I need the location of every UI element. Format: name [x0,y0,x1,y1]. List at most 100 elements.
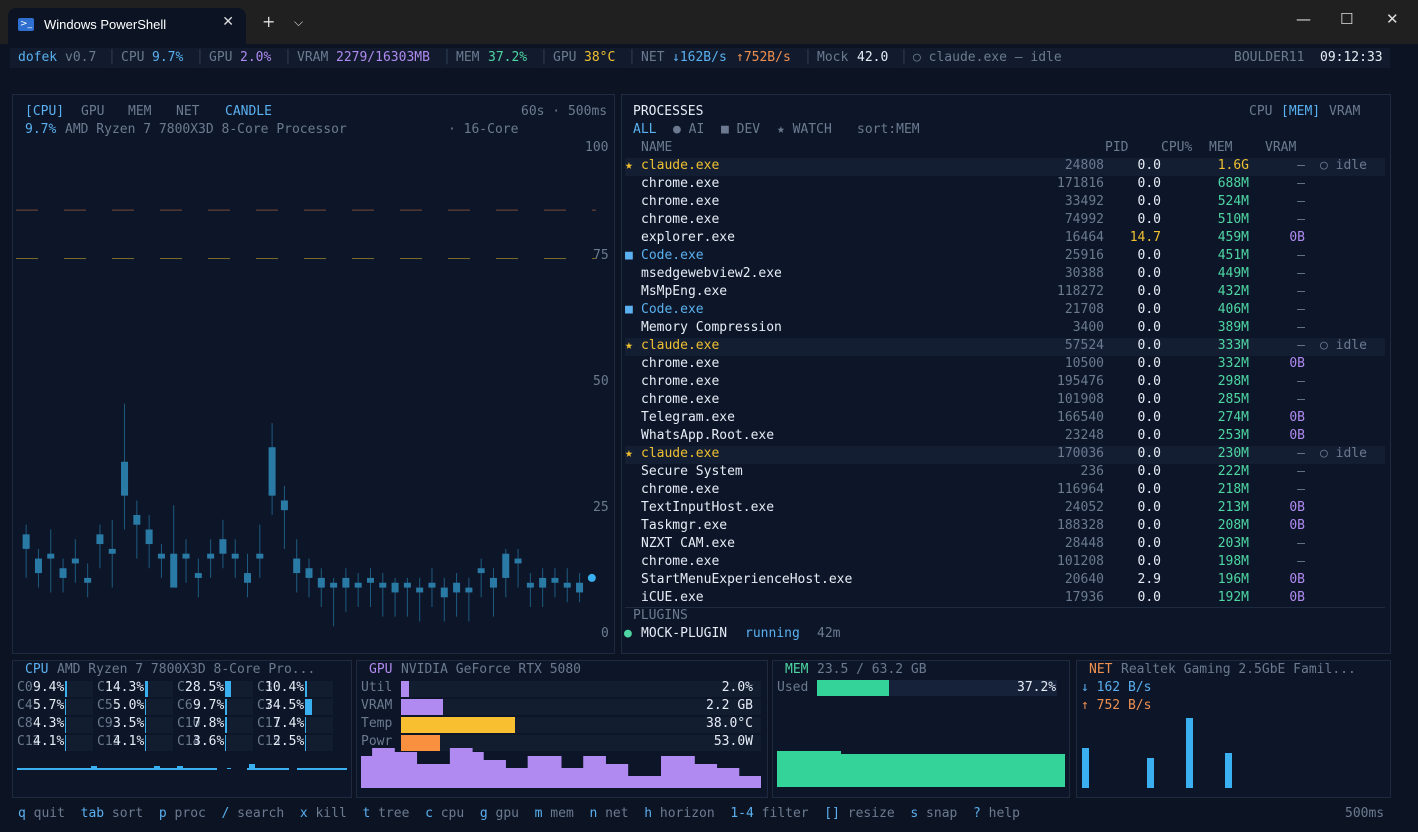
process-row[interactable]: Taskmgr.exe 188328 0.0 208M 0B [625,518,1385,536]
tab-candle[interactable]: CANDLE [225,104,272,119]
process-mem: 298M [1217,374,1249,389]
chevron-down-icon[interactable]: ⌵ [294,15,303,30]
process-pid: 30388 [1064,266,1104,281]
process-vram: 0B [1289,500,1305,515]
process-vram: — [1297,212,1305,227]
process-cpu: 2.9 [1137,572,1161,587]
sort-mode-mem[interactable]: [MEM] [1281,104,1320,119]
process-cpu: 0.0 [1137,554,1161,569]
gpu-history-bar [583,756,595,788]
mock-label: Mock [817,50,849,65]
filter-watch[interactable]: ★ WATCH [777,122,832,137]
process-row[interactable]: NZXT CAM.exe 28448 0.0 203M — [625,536,1385,554]
clock: 09:12:33 [1320,50,1383,65]
process-row[interactable]: chrome.exe 116964 0.0 218M — [625,482,1385,500]
cpu-spark-segment [247,768,289,770]
process-row[interactable]: WhatsApp.Root.exe 23248 0.0 253M 0B [625,428,1385,446]
gpu-metric-label: Util [361,680,393,695]
gpu-history-bar [594,756,606,788]
process-status: ○ idle [1320,158,1367,173]
process-row[interactable]: chrome.exe 74992 0.0 510M — [625,212,1385,230]
cpu-core-bar [225,681,253,697]
process-row[interactable]: TextInputHost.exe 24052 0.0 213M 0B [625,500,1385,518]
process-row[interactable]: ★ claude.exe 57524 0.0 333M — ○ idle [625,338,1385,356]
candle-body [207,553,215,559]
process-pid: 188328 [1057,518,1104,533]
filter-ai[interactable]: ● AI [673,122,704,137]
minimize-icon[interactable]: — [1296,10,1311,28]
col-name[interactable]: NAME [641,140,672,155]
refresh-rate: 500ms [1345,806,1385,821]
gpu-history-bar [361,756,373,788]
candle-body [366,577,374,583]
col-vram[interactable]: VRAM [1265,140,1296,155]
mem-label: MEM [456,50,480,65]
process-row[interactable]: ★ claude.exe 170036 0.0 230M — ○ idle [625,446,1385,464]
col-cpu[interactable]: CPU% [1161,140,1192,155]
candle-body [440,587,448,598]
key-hint-desc: proc [166,806,222,821]
process-row[interactable]: Telegram.exe 166540 0.0 274M 0B [625,410,1385,428]
gpu-history-bar [472,752,484,788]
process-row[interactable]: chrome.exe 33492 0.0 524M — [625,194,1385,212]
sort-mode-cpu[interactable]: CPU [1249,104,1272,119]
filter-all[interactable]: ALL [633,122,656,137]
cpu-core-bar [225,717,253,733]
gpu-label: GPU [209,50,233,65]
gpu-history-bar [661,756,673,788]
cpu-core-bar-fill [305,699,312,715]
process-row[interactable]: ■ Code.exe 25916 0.0 451M — [625,248,1385,266]
plugin-name[interactable]: MOCK-PLUGIN [641,626,727,641]
process-row[interactable]: msedgewebview2.exe 30388 0.0 449M — [625,266,1385,284]
gpu-value: 2.0% [240,50,272,65]
key-hint-desc: kill [307,806,363,821]
gpu-history-chart [361,748,761,788]
process-vram: — [1297,266,1305,281]
process-mem: 192M [1217,590,1249,605]
process-row[interactable]: Memory Compression 3400 0.0 389M — [625,320,1385,338]
tab-cpu[interactable]: [CPU] [25,104,64,119]
process-row[interactable]: chrome.exe 171816 0.0 688M — [625,176,1385,194]
candle-body [59,568,67,578]
net-history-bar [1186,718,1193,788]
filter-dev[interactable]: ■ DEV [721,122,760,137]
col-mem[interactable]: MEM [1209,140,1232,155]
close-window-icon[interactable]: ✕ [1386,10,1399,28]
process-row[interactable]: ■ Code.exe 21708 0.0 406M — [625,302,1385,320]
process-row[interactable]: chrome.exe 101908 0.0 285M — [625,392,1385,410]
cpu-core-bar [305,735,333,751]
process-cpu: 0.0 [1137,212,1161,227]
tab-mem[interactable]: MEM [128,104,151,119]
process-row[interactable]: StartMenuExperienceHost.exe 20640 2.9 196M 0… [625,572,1385,590]
maximize-icon[interactable]: ☐ [1340,10,1353,28]
process-row[interactable]: explorer.exe 16464 14.7 459M 0B [625,230,1385,248]
process-name: claude.exe [641,446,720,461]
cpu-core-value: 4.1% [113,734,145,749]
tab-net[interactable]: NET [176,104,199,119]
close-tab-icon[interactable]: ✕ [222,14,234,30]
cpu-core-bar-fill [225,681,231,697]
process-mem: 449M [1217,266,1249,281]
cpu-core-bar-fill [225,717,227,733]
new-tab-icon[interactable]: + [262,12,275,31]
process-row[interactable]: MsMpEng.exe 118272 0.0 432M — [625,284,1385,302]
process-row[interactable]: ★ claude.exe 24808 0.0 1.6G — ○ idle [625,158,1385,176]
process-mem: 524M [1217,194,1249,209]
process-row[interactable]: chrome.exe 195476 0.0 298M — [625,374,1385,392]
process-vram: 0B [1289,356,1305,371]
sort-mode-vram[interactable]: VRAM [1329,104,1360,119]
tab-gpu[interactable]: GPU [81,104,104,119]
process-row[interactable]: chrome.exe 101208 0.0 198M — [625,554,1385,572]
process-vram: 0B [1289,590,1305,605]
col-pid[interactable]: PID [1105,140,1128,155]
net-mini-name: Realtek Gaming 2.5GbE Famil... [1121,662,1356,677]
gpu-history-bar [538,756,551,788]
mem-value: 37.2% [488,50,528,65]
gpu-history-bar [449,748,462,788]
terminal-tab[interactable]: >_ Windows PowerShell ✕ [8,8,246,44]
process-row[interactable]: chrome.exe 10500 0.0 332M 0B [625,356,1385,374]
key-hint-key: [] [824,806,840,821]
process-row[interactable]: iCUE.exe 17936 0.0 192M 0B [625,590,1385,608]
plugin-age: 42m [817,626,841,641]
process-row[interactable]: Secure System 236 0.0 222M — [625,464,1385,482]
